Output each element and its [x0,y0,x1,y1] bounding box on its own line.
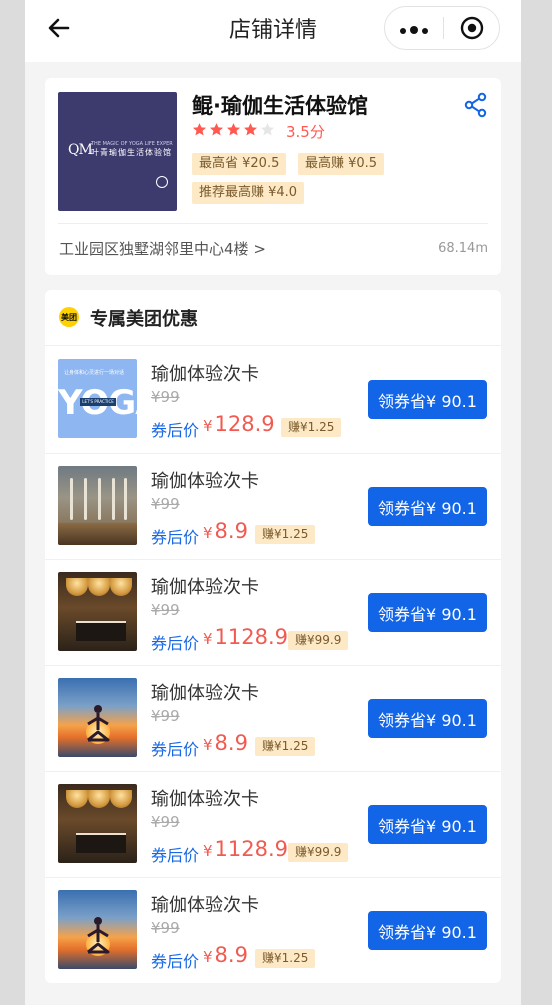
price-value: 8.9 [214,943,248,967]
item-thumbnail [58,572,137,651]
after-coupon-price: ¥8.9 [203,943,248,967]
after-coupon-price: ¥1128.9 [203,625,288,649]
mini-program-capsule [384,6,500,50]
share-button[interactable] [463,92,489,118]
coupon-item: 瑜伽体验次卡 ¥99 券后价 ¥8.9 赚¥1.25 领券省¥ 90.1 [45,665,501,772]
more-menu-button[interactable] [385,7,443,49]
item-thumbnail: 让身体和心灵进行一场对话 YOGA LET'S PRACTICE [58,359,137,438]
after-coupon-label: 券后价 [151,846,200,865]
price-value: 1128.9 [214,625,289,649]
item-divider [45,877,501,878]
star-filled-icon [192,123,207,136]
earn-tag: 赚¥99.9 [288,843,349,862]
more-dots-icon [398,19,430,38]
coupon-item: 让身体和心灵进行一场对话 YOGA LET'S PRACTICE 瑜伽体验次卡 … [45,346,501,453]
after-coupon-label: 券后价 [151,740,200,759]
shop-distance: 68.14m [438,241,488,256]
price-currency: ¥ [203,736,213,754]
nav-bar: 店铺详情 [25,0,521,62]
item-thumbnail [58,890,137,969]
star-filled-icon [226,123,241,136]
item-name: 瑜伽体验次卡 [151,364,259,385]
coupon-item: 瑜伽体验次卡 ¥99 券后价 ¥8.9 赚¥1.25 领券省¥ 90.1 [45,877,501,984]
item-thumbnail [58,678,137,757]
shop-logo: QM THE MAGIC OF YOGA LIFE EXPERIENCE 叶青瑜… [58,92,177,211]
star-rating [192,122,277,137]
after-coupon-price: ¥8.9 [203,519,248,543]
shop-info-card: QM THE MAGIC OF YOGA LIFE EXPERIENCE 叶青瑜… [45,78,501,275]
logo-mark: QM [68,142,93,158]
after-coupon-label: 券后价 [151,528,200,547]
item-name: 瑜伽体验次卡 [151,471,259,492]
share-icon [464,92,487,118]
close-program-button[interactable] [444,7,500,49]
shop-address-link[interactable]: 工业园区独墅湖邻里中心4楼 > [59,238,266,259]
price-currency: ¥ [203,524,213,542]
price-value: 8.9 [214,519,248,543]
claim-coupon-button[interactable]: 领券省¥ 90.1 [368,487,487,526]
earn-tag: 赚¥99.9 [288,631,349,650]
meituan-coupon-section: 美团 专属美团优惠 让身体和心灵进行一场对话 YOGA LET'S PRACTI… [45,290,501,983]
shop-name: 鲲·瑜伽生活体验馆 [192,94,368,118]
original-price: ¥99 [151,495,180,513]
price-value: 1128.9 [214,837,289,861]
original-price: ¥99 [151,601,180,619]
earn-tag: 赚¥1.25 [255,737,316,756]
original-price: ¥99 [151,707,180,725]
price-value: 128.9 [214,412,275,436]
star-filled-icon [243,123,258,136]
logo-chinese-name: 叶青瑜伽生活体验馆 [91,148,172,157]
price-currency: ¥ [203,630,213,648]
earn-tag: 赚¥1.25 [281,418,342,437]
item-thumbnail [58,466,137,545]
poster-bar: LET'S PRACTICE [80,398,116,406]
tag-max-earn: 最高赚 ¥0.5 [298,153,385,175]
item-name: 瑜伽体验次卡 [151,683,259,704]
original-price: ¥99 [151,919,180,937]
claim-coupon-button[interactable]: 领券省¥ 90.1 [368,380,487,419]
rating-score: 3.5分 [286,123,325,141]
tag-max-save: 最高省 ¥20.5 [192,153,287,175]
target-circle-icon [460,16,484,40]
coupon-item: 瑜伽体验次卡 ¥99 券后价 ¥1128.9 赚¥99.9 领券省¥ 90.1 [45,559,501,666]
item-divider [45,665,501,666]
logo-emblem [156,176,168,188]
poster-slogan: 让身体和心灵进行一场对话 [64,370,125,376]
coupon-item: 瑜伽体验次卡 ¥99 券后价 ¥1128.9 赚¥99.9 领券省¥ 90.1 [45,771,501,878]
item-divider [45,559,501,560]
card-divider [58,223,488,224]
item-name: 瑜伽体验次卡 [151,895,259,916]
tag-recommend-earn: 推荐最高赚 ¥4.0 [192,182,305,204]
price-value: 8.9 [214,731,248,755]
original-price: ¥99 [151,813,180,831]
claim-coupon-button[interactable]: 领券省¥ 90.1 [368,593,487,632]
app-screen: 店铺详情 QM THE MAGIC OF YOGA LIFE EXPERIENC… [25,0,521,1005]
star-filled-icon [209,123,224,136]
earn-tag: 赚¥1.25 [255,949,316,968]
price-currency: ¥ [203,842,213,860]
item-thumbnail [58,784,137,863]
claim-coupon-button[interactable]: 领券省¥ 90.1 [368,805,487,844]
item-divider [45,771,501,772]
after-coupon-label: 券后价 [151,634,200,653]
item-divider [45,453,501,454]
after-coupon-price: ¥128.9 [203,412,275,436]
original-price: ¥99 [151,388,180,406]
claim-coupon-button[interactable]: 领券省¥ 90.1 [368,911,487,950]
meituan-logo-icon: 美团 [59,307,79,327]
price-currency: ¥ [203,417,213,435]
earn-tag: 赚¥1.25 [255,525,316,544]
after-coupon-price: ¥8.9 [203,731,248,755]
star-empty-icon [260,123,275,136]
after-coupon-label: 券后价 [151,952,200,971]
item-name: 瑜伽体验次卡 [151,789,259,810]
coupon-item: 瑜伽体验次卡 ¥99 券后价 ¥8.9 赚¥1.25 领券省¥ 90.1 [45,453,501,560]
after-coupon-price: ¥1128.9 [203,837,288,861]
after-coupon-label: 券后价 [151,421,200,440]
claim-coupon-button[interactable]: 领券省¥ 90.1 [368,699,487,738]
item-name: 瑜伽体验次卡 [151,577,259,598]
price-currency: ¥ [203,948,213,966]
section-title: 专属美团优惠 [90,309,198,330]
